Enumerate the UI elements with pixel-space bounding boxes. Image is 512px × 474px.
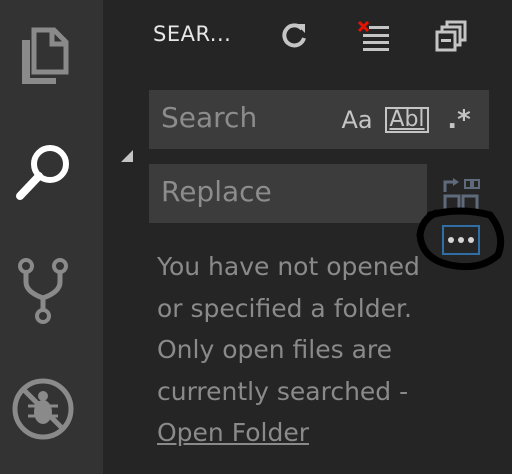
message-line: Only open files are (157, 335, 393, 364)
regex-option[interactable]: .* (439, 95, 479, 144)
clear-results-icon[interactable] (357, 20, 389, 52)
message-line: You have not opened (157, 252, 420, 281)
sidebar-title: SEAR... (153, 22, 232, 46)
activity-bar (0, 0, 103, 474)
search-input[interactable]: Search Aa Abl .* (149, 90, 489, 149)
search-placeholder: Search (161, 101, 258, 134)
whole-word-label: Abl (385, 106, 429, 133)
search-icon[interactable] (10, 140, 76, 206)
open-folder-link[interactable]: Open Folder (157, 412, 457, 454)
match-case-option[interactable]: Aa (335, 95, 379, 144)
replace-input[interactable]: Replace (149, 164, 427, 223)
toggle-replace-chevron-icon[interactable] (121, 150, 133, 162)
annotation-circle (416, 207, 505, 271)
replace-placeholder: Replace (161, 175, 272, 208)
message-line: or specified a folder. (157, 293, 412, 323)
source-control-icon[interactable] (10, 258, 76, 324)
collapse-all-icon[interactable] (435, 20, 467, 52)
refresh-icon[interactable] (278, 20, 310, 52)
whole-word-option[interactable]: Abl (385, 95, 429, 144)
message-line: currently searched - (157, 376, 409, 406)
debug-disabled-icon[interactable] (10, 376, 76, 442)
explorer-icon[interactable] (10, 22, 76, 88)
no-folder-message: You have not opened or specified a folde… (157, 246, 457, 454)
